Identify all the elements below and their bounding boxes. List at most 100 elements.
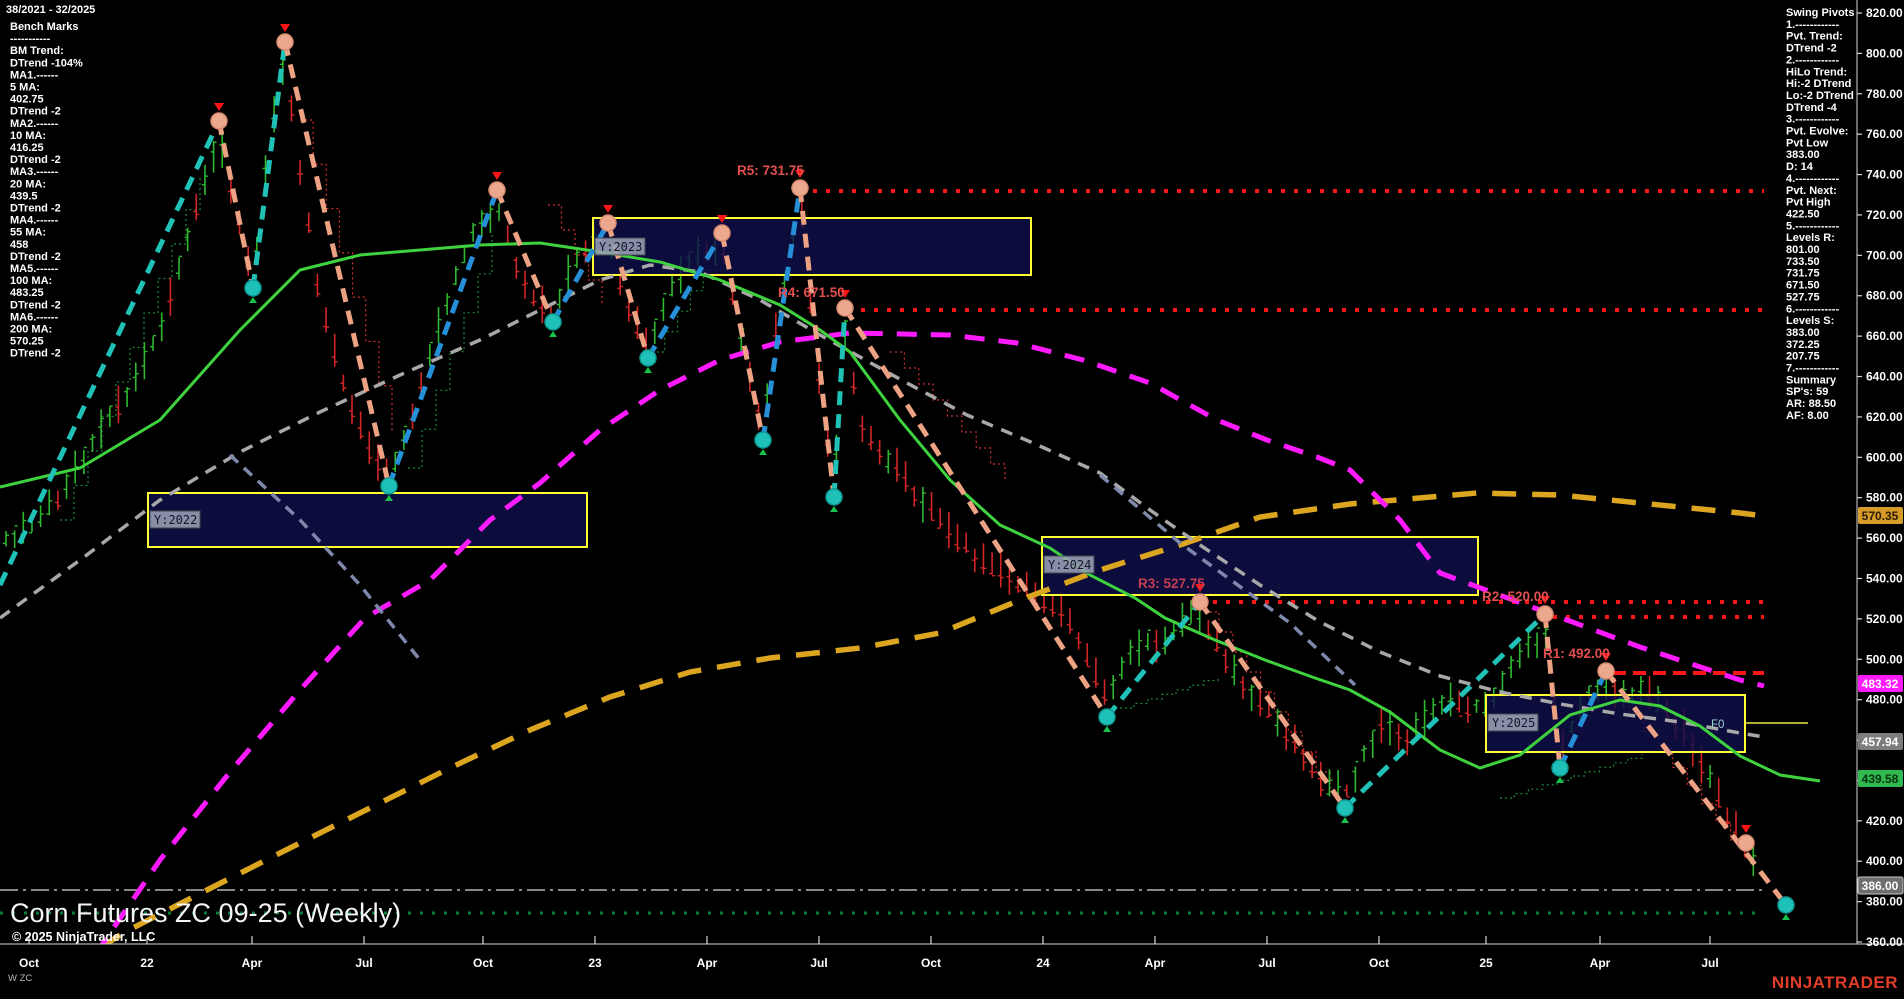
price-tick-label: 780.00 [1866, 87, 1903, 101]
year-chip-label: Y:2022 [154, 513, 197, 527]
swing-high-marker [211, 113, 227, 129]
time-tick-label: Jul [1258, 956, 1275, 970]
swing-pivots-panel-line: 733.50 [1786, 256, 1820, 268]
price-tick-label: 500.00 [1866, 652, 1903, 666]
price-tag-value: 386.00 [1862, 879, 1899, 893]
swing-low-triangle-icon [644, 367, 652, 373]
swing-high-marker [1738, 835, 1754, 851]
swing-low-triangle-icon [830, 506, 838, 512]
price-tick-label: 540.00 [1866, 571, 1903, 585]
chart-canvas[interactable]: Y:2022Y:2023Y:2024Y:2025R5: 731.75R4: 67… [0, 0, 1904, 994]
swing-high-marker [1598, 663, 1614, 679]
year-chip-label: Y:2024 [1048, 558, 1091, 572]
swing-pivots-panel-line: Pvt Low [1786, 137, 1829, 149]
swing-high-marker [600, 215, 616, 231]
price-tick-label: 760.00 [1866, 127, 1903, 141]
swing-high-marker [837, 300, 853, 316]
price-tick-label: 560.00 [1866, 531, 1903, 545]
price-tick-label: 660.00 [1866, 329, 1903, 343]
time-tick-label: Apr [1590, 956, 1611, 970]
zigzag-leg-teal [253, 42, 285, 288]
time-tick-label: Oct [473, 956, 493, 970]
swing-pivots-panel-line: HiLo Trend: [1786, 66, 1847, 78]
price-tick-label: 700.00 [1866, 248, 1903, 262]
trail-stop-line [1120, 676, 1218, 708]
swing-pivots-panel-line: Levels R: [1786, 232, 1835, 244]
time-tick-label: 25 [1479, 956, 1493, 970]
price-tag-value: 483.32 [1862, 677, 1899, 691]
swing-pivots-panel-line: AR: 88.50 [1786, 398, 1836, 410]
swing-pivots-panel-line: 671.50 [1786, 280, 1820, 292]
benchmarks-panel-line: MA6.------ [10, 311, 59, 323]
price-tick-label: 420.00 [1866, 814, 1903, 828]
time-tick-label: Apr [242, 956, 263, 970]
swing-pivots-panel-line: 527.75 [1786, 291, 1820, 303]
swing-pivots-panel-line: 5.------------ [1786, 220, 1839, 232]
swing-high-marker [277, 34, 293, 50]
swing-pivots-panel-line: 6.------------ [1786, 303, 1839, 315]
price-tick-label: 620.00 [1866, 410, 1903, 424]
price-tick-label: 360.00 [1866, 935, 1903, 949]
swing-high-triangle-icon [214, 103, 224, 111]
benchmarks-panel-line: DTrend -2 [10, 251, 61, 263]
swing-low-triangle-icon [759, 449, 767, 455]
swing-pivots-panel-line: DTrend -4 [1786, 102, 1838, 114]
year-range-box[interactable] [148, 493, 587, 547]
swing-pivots-panel-line: Pvt High [1786, 197, 1831, 209]
swing-pivots-panel-line: Swing Pivots [1786, 7, 1854, 19]
price-tick-label: 740.00 [1866, 168, 1903, 182]
benchmarks-panel-line: DTrend -2 [10, 299, 61, 311]
swing-pivots-panel-line: 731.75 [1786, 268, 1820, 280]
swing-pivots-panel-line: 207.75 [1786, 351, 1820, 363]
price-tick-label: 820.00 [1866, 6, 1903, 20]
swing-low-triangle-icon [549, 331, 557, 337]
time-tick-label: 24 [1036, 956, 1050, 970]
swing-pivots-panel-line: 1.------------ [1786, 19, 1839, 31]
time-tick-label: Apr [697, 956, 718, 970]
price-tick-label: 720.00 [1866, 208, 1903, 222]
swing-pivots-panel-line: 7.------------ [1786, 363, 1839, 375]
swing-low-marker [381, 478, 397, 494]
swing-high-triangle-icon [1741, 825, 1751, 833]
resistance-label-r3: R3: 527.75 [1138, 576, 1205, 591]
benchmarks-panel-line: MA4.------ [10, 215, 59, 227]
trail-stop-line [890, 352, 1005, 480]
swing-pivots-panel-line: Hi:-2 DTrend [1786, 78, 1851, 90]
resistance-label-r1: R1: 492.00 [1543, 646, 1610, 661]
pivot-markers-layer [211, 24, 1794, 920]
swing-low-marker [1099, 709, 1115, 725]
year-range-box[interactable] [593, 218, 1031, 275]
swing-low-triangle-icon [249, 297, 257, 303]
price-tick-label: 580.00 [1866, 491, 1903, 505]
year-chip-label: Y:2025 [1492, 716, 1535, 730]
swing-low-marker [545, 314, 561, 330]
resistance-label-r5: R5: 731.75 [737, 163, 804, 178]
zigzag-leg-salmon [219, 121, 253, 288]
swing-high-marker [1537, 606, 1553, 622]
swing-high-marker [714, 225, 730, 241]
benchmarks-panel-line: Bench Marks [10, 21, 78, 33]
swing-pivots-panel-line: Pvt. Trend: [1786, 31, 1843, 43]
swing-low-triangle-icon [1782, 914, 1790, 920]
trail-stop-line [1500, 754, 1642, 798]
price-tick-label: 640.00 [1866, 370, 1903, 384]
swing-high-marker [489, 182, 505, 198]
benchmarks-panel-line: 416.25 [10, 142, 44, 154]
swing-pivots-panel-line: Levels S: [1786, 315, 1834, 327]
swing-pivots-panel-line: 422.50 [1786, 208, 1820, 220]
time-tick-label: 23 [588, 956, 602, 970]
instrument-code-label: W ZC [8, 973, 32, 984]
swing-pivots-panel-line: SP's: 59 [1786, 386, 1828, 398]
benchmarks-panel-line: 5 MA: [10, 82, 40, 94]
f0-label: F0 [1711, 719, 1724, 731]
zigzag-leg-teal [1107, 602, 1200, 717]
trail-stop-line [408, 235, 492, 468]
time-tick-label: Jul [1701, 956, 1718, 970]
time-axis-panel[interactable] [0, 944, 1904, 994]
zigzag-leg-salmon [285, 42, 389, 486]
swing-pivots-panel-line: 383.00 [1786, 327, 1820, 339]
swing-low-marker [826, 489, 842, 505]
zigzag-leg-salmon [497, 190, 553, 322]
benchmarks-panel-line: 439.5 [10, 190, 38, 202]
zigzag-leg-blue [389, 190, 497, 486]
